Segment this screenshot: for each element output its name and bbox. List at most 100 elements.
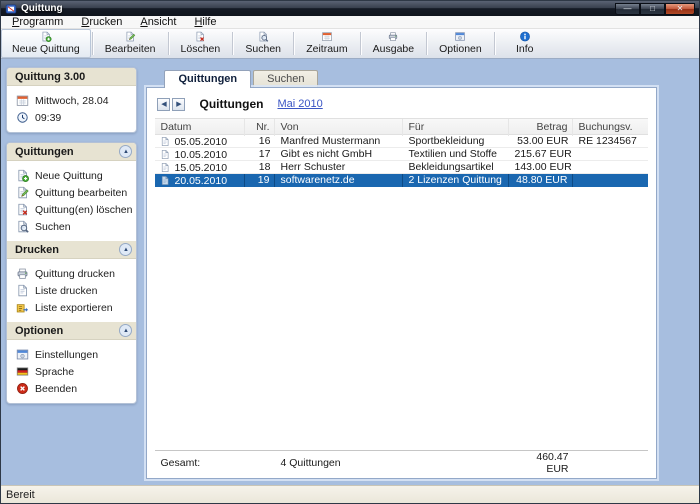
- cell-buchungsv: RE 1234567: [573, 135, 648, 148]
- tab-bar: Quittungen Suchen: [146, 68, 657, 87]
- sidebar-item-sprache[interactable]: Sprache: [7, 363, 136, 380]
- maximize-button[interactable]: □: [640, 3, 665, 15]
- sidebar-item-liste-exportieren[interactable]: Liste exportieren: [7, 299, 136, 316]
- sidebar-item-suchen[interactable]: Suchen: [7, 218, 136, 235]
- period-link[interactable]: Mai 2010: [277, 98, 322, 110]
- totals-row: Gesamt: 4 Quittungen 460.47 EUR: [155, 450, 648, 474]
- title-bar[interactable]: Quittung — □ ✕: [1, 1, 699, 16]
- edit-icon: [122, 31, 138, 42]
- info-icon: [517, 31, 533, 42]
- collapse-icon[interactable]: ▲: [119, 243, 132, 256]
- collapse-icon[interactable]: ▲: [119, 324, 132, 337]
- app-window: Quittung — □ ✕ Programm Drucken Ansicht …: [0, 0, 700, 504]
- page-icon: [160, 162, 170, 173]
- cell-buchungsv: [573, 161, 648, 174]
- tab-suchen[interactable]: Suchen: [253, 70, 318, 87]
- toolbar-button-label: Neue Quittung: [12, 43, 80, 55]
- toolbar-button-label: Zeitraum: [306, 43, 347, 55]
- sidebar-item-liste-drucken[interactable]: Liste drucken: [7, 282, 136, 299]
- cell-betrag: 53.00 EUR: [509, 135, 573, 148]
- main-area: Quittung 3.00 Mittwoch, 28.04 09:39 Quit…: [1, 59, 699, 485]
- prev-month-button[interactable]: ◀: [157, 98, 170, 111]
- totals-count: 4 Quittungen: [275, 457, 403, 469]
- menu-bar: Programm Drucken Ansicht Hilfe: [1, 16, 699, 29]
- cell-buchungsv: [573, 148, 648, 161]
- sidebar-item-quittung-drucken[interactable]: Quittung drucken: [7, 265, 136, 282]
- sidebar-section-quittungen: Quittungen ▲: [7, 143, 136, 161]
- sidebar-item-label: Quittung drucken: [35, 268, 115, 280]
- cell-von: softwarenetz.de: [275, 174, 403, 187]
- toolbar-separator: [232, 32, 233, 55]
- sidebar-item-einstellungen[interactable]: Einstellungen: [7, 346, 136, 363]
- cell-fuer: 2 Lizenzen Quittung: [403, 174, 509, 187]
- toolbar-optionen-button[interactable]: Optionen: [428, 29, 493, 58]
- cell-datum: 10.05.2010: [174, 149, 227, 161]
- section-title: Optionen: [15, 325, 63, 337]
- col-header-datum[interactable]: Datum: [155, 119, 245, 136]
- cell-betrag: 143.00 EUR: [509, 161, 573, 174]
- toolbar-separator: [168, 32, 169, 55]
- menu-ansicht[interactable]: Ansicht: [131, 16, 185, 29]
- toolbar-button-label: Ausgabe: [373, 43, 414, 55]
- cell-datum: 05.05.2010: [174, 136, 227, 148]
- page-icon: [160, 149, 170, 160]
- sidebar-item-label: Einstellungen: [35, 349, 98, 361]
- cell-nr: 16: [245, 135, 275, 148]
- table-row[interactable]: 05.05.2010 16 Manfred Mustermann Sportbe…: [155, 135, 648, 148]
- totals-label: Gesamt:: [155, 457, 245, 469]
- close-button[interactable]: ✕: [665, 3, 695, 15]
- minimize-button[interactable]: —: [615, 3, 640, 15]
- col-header-von[interactable]: Von: [275, 119, 403, 136]
- table-row-selected[interactable]: 20.05.2010 19 softwarenetz.de 2 Lizenzen…: [155, 174, 648, 187]
- toolbar-zeitraum-button[interactable]: Zeitraum: [295, 29, 358, 58]
- sidebar-item-neue-quittung[interactable]: Neue Quittung: [7, 167, 136, 184]
- cell-fuer: Sportbekleidung: [403, 135, 509, 148]
- search-icon: [255, 31, 271, 42]
- toolbar-separator: [293, 32, 294, 55]
- toolbar-button-label: Info: [516, 43, 534, 55]
- cell-nr: 17: [245, 148, 275, 161]
- collapse-icon[interactable]: ▲: [119, 145, 132, 158]
- calendar-icon: [319, 31, 335, 42]
- delete-icon: [192, 31, 208, 42]
- toolbar-ausgabe-button[interactable]: Ausgabe: [362, 29, 425, 58]
- table-empty-space: [155, 187, 648, 450]
- window-title: Quittung: [21, 3, 63, 14]
- col-header-nr[interactable]: Nr.: [245, 119, 275, 136]
- cell-betrag: 215.67 EUR: [509, 148, 573, 161]
- table-row[interactable]: 10.05.2010 17 Gibt es nicht GmbH Textili…: [155, 148, 648, 161]
- sidebar-item-label: Sprache: [35, 366, 74, 378]
- status-text: Bereit: [6, 489, 35, 501]
- german-flag-icon: [16, 365, 29, 378]
- table-row[interactable]: 15.05.2010 18 Herr Schuster Bekleidungsa…: [155, 161, 648, 174]
- col-header-fuer[interactable]: Für: [403, 119, 509, 136]
- menu-programm[interactable]: Programm: [3, 16, 72, 29]
- col-header-betrag[interactable]: Betrag: [509, 119, 573, 136]
- toolbar-bearbeiten-button[interactable]: Bearbeiten: [94, 29, 167, 58]
- toolbar-loeschen-button[interactable]: Löschen: [170, 29, 232, 58]
- sidebar-item-label: Quittung(en) löschen: [35, 204, 132, 216]
- toolbar-suchen-button[interactable]: Suchen: [234, 29, 292, 58]
- col-header-buchungsv[interactable]: Buchungsv.: [573, 119, 648, 136]
- cell-fuer: Bekleidungsartikel: [403, 161, 509, 174]
- content-header: ◀ ▶ Quittungen Mai 2010: [155, 88, 648, 118]
- menu-hilfe[interactable]: Hilfe: [185, 16, 225, 29]
- app-version-label: Quittung 3.00: [15, 71, 85, 83]
- sidebar-item-beenden[interactable]: Beenden: [7, 380, 136, 397]
- toolbar-info-button[interactable]: Info: [496, 29, 554, 58]
- tab-quittungen[interactable]: Quittungen: [164, 70, 251, 88]
- sidebar-section-drucken: Drucken ▲: [7, 241, 136, 259]
- sidebar-item-quittungen-loeschen[interactable]: Quittung(en) löschen: [7, 201, 136, 218]
- cell-buchungsv: [573, 174, 648, 187]
- app-icon: [5, 3, 17, 15]
- menu-drucken[interactable]: Drucken: [72, 16, 131, 29]
- search-icon: [16, 220, 29, 233]
- section-title: Drucken: [15, 244, 59, 256]
- sidebar-item-quittung-bearbeiten[interactable]: Quittung bearbeiten: [7, 184, 136, 201]
- sidebar-item-label: Beenden: [35, 383, 77, 395]
- toolbar-separator: [426, 32, 427, 55]
- sidebar-info-header: Quittung 3.00: [7, 68, 136, 86]
- toolbar-neue-quittung-button[interactable]: Neue Quittung: [1, 29, 91, 58]
- next-month-button[interactable]: ▶: [172, 98, 185, 111]
- status-bar: Bereit: [1, 485, 699, 503]
